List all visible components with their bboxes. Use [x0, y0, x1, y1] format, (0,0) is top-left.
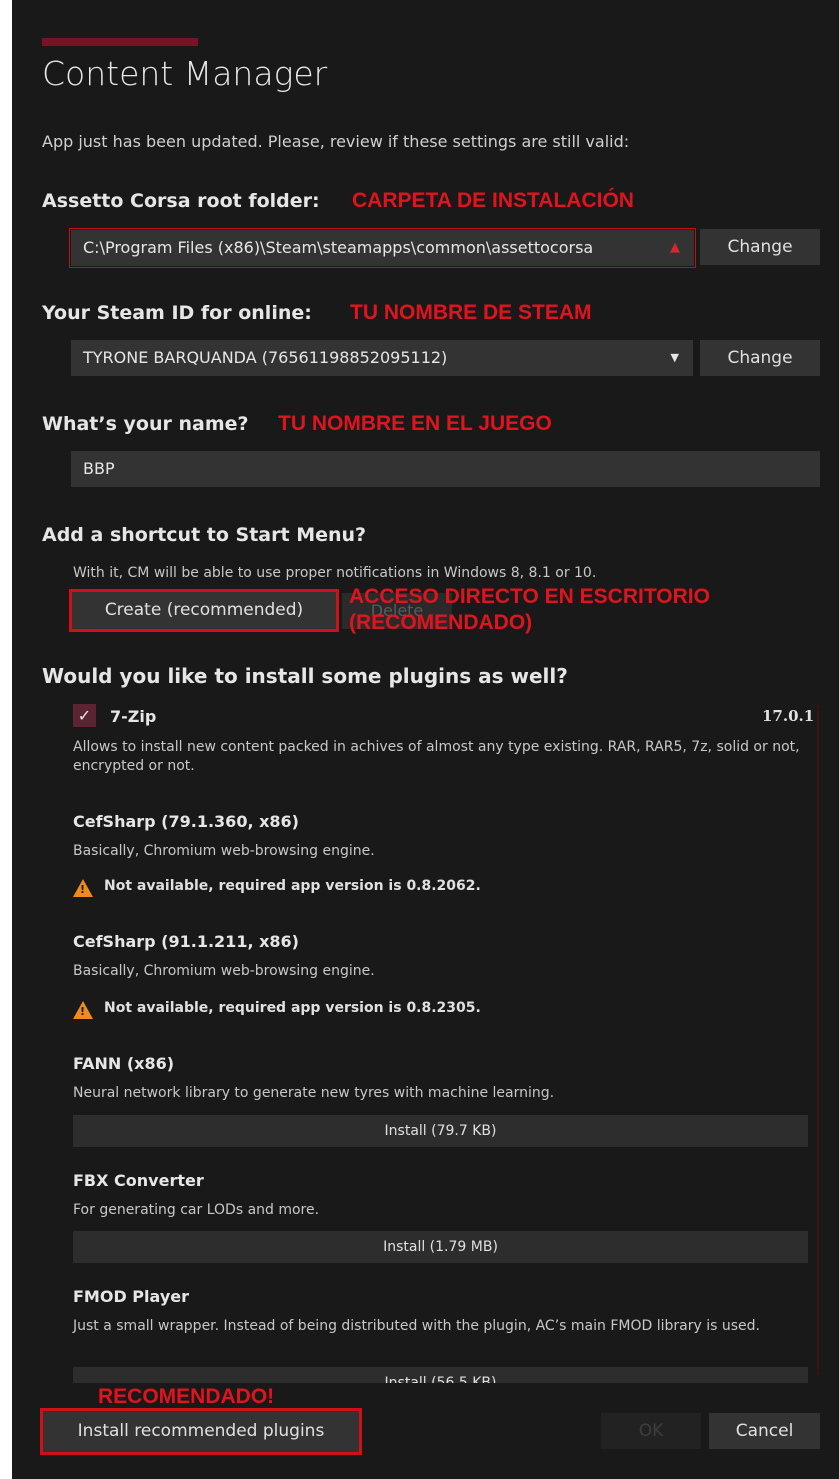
- shortcut-annotation-line1: ACCESO DIRECTO EN ESCRITORIO: [349, 585, 710, 608]
- steam-id-change-button[interactable]: Change: [700, 340, 820, 376]
- name-field[interactable]: BBP: [71, 451, 820, 487]
- plugin-fmod-install-button[interactable]: Install (56.5 KB): [73, 1367, 808, 1383]
- cancel-button[interactable]: Cancel: [709, 1413, 820, 1449]
- name-value: BBP: [83, 459, 115, 478]
- plugin-fmod-description: Just a small wrapper. Instead of being d…: [73, 1318, 760, 1334]
- root-folder-field[interactable]: C:\Program Files (x86)\Steam\steamapps\c…: [71, 230, 694, 266]
- warning-icon: ▲: [670, 240, 680, 255]
- plugin-fbx-name: FBX Converter: [73, 1171, 204, 1190]
- exclamation-icon: !: [80, 883, 86, 896]
- root-folder-change-button[interactable]: Change: [700, 229, 820, 265]
- chevron-down-icon: ▼: [670, 351, 679, 364]
- plugin-fbx-description: For generating car LODs and more.: [73, 1202, 320, 1218]
- plugin-7zip-checkbox[interactable]: ✓: [73, 704, 96, 727]
- root-folder-annotation: CARPETA DE INSTALACIÓN: [352, 189, 634, 212]
- shortcut-description: With it, CM will be able to use proper n…: [73, 565, 597, 581]
- plugin-7zip-name: 7-Zip: [110, 707, 157, 726]
- plugin-cefsharp91-warning: Not available, required app version is 0…: [104, 1000, 481, 1016]
- shortcut-annotation-line2: (RECOMENDADO): [349, 611, 533, 634]
- root-folder-value: C:\Program Files (x86)\Steam\steamapps\c…: [83, 238, 594, 257]
- plugin-cefsharp91-name: CefSharp (91.1.211, x86): [73, 932, 299, 951]
- checkmark-icon: ✓: [77, 706, 92, 725]
- plugin-fmod-install-clip: Install (56.5 KB): [73, 1367, 808, 1383]
- plugin-cefsharp91-description: Basically, Chromium web-browsing engine.: [73, 963, 375, 979]
- name-annotation: TU NOMBRE EN EL JUEGO: [278, 412, 552, 435]
- exclamation-icon: !: [80, 1005, 86, 1018]
- plugin-cefsharp79-description: Basically, Chromium web-browsing engine.: [73, 843, 375, 859]
- plugin-fann-name: FANN (x86): [73, 1054, 175, 1073]
- page-title: Content Manager: [42, 54, 328, 93]
- shortcut-label: Add a shortcut to Start Menu?: [42, 524, 367, 546]
- footer-annotation: RECOMENDADO!: [98, 1385, 275, 1408]
- content-manager-window: Content Manager App just has been update…: [12, 0, 839, 1479]
- plugins-heading: Would you like to install some plugins a…: [42, 664, 568, 688]
- steam-id-annotation: TU NOMBRE DE STEAM: [350, 301, 592, 324]
- plugin-fbx-install-button[interactable]: Install (1.79 MB): [73, 1231, 808, 1263]
- steam-id-select[interactable]: TYRONE BARQUANDA (76561198852095112) ▼: [71, 340, 693, 376]
- plugin-cefsharp79-name: CefSharp (79.1.360, x86): [73, 812, 299, 831]
- plugin-cefsharp79-warning: Not available, required app version is 0…: [104, 878, 481, 894]
- install-recommended-plugins-button[interactable]: Install recommended plugins: [40, 1408, 362, 1455]
- steam-id-label: Your Steam ID for online:: [42, 302, 312, 324]
- plugin-fmod-name: FMOD Player: [73, 1287, 189, 1306]
- create-shortcut-button[interactable]: Create (recommended): [69, 589, 339, 632]
- intro-text: App just has been updated. Please, revie…: [42, 132, 630, 151]
- plugin-7zip-description: Allows to install new content packed in …: [73, 739, 800, 774]
- plugin-7zip-version: 17.0.1: [762, 707, 815, 725]
- accent-bar: [42, 38, 198, 46]
- plugin-fann-description: Neural network library to generate new t…: [73, 1085, 555, 1101]
- name-label: What’s your name?: [42, 413, 249, 435]
- plugins-scrollbar[interactable]: [817, 705, 819, 1375]
- root-folder-label: Assetto Corsa root folder:: [42, 190, 320, 212]
- plugin-fann-install-button[interactable]: Install (79.7 KB): [73, 1115, 808, 1147]
- steam-id-value: TYRONE BARQUANDA (76561198852095112): [83, 348, 448, 367]
- ok-button[interactable]: OK: [601, 1413, 701, 1449]
